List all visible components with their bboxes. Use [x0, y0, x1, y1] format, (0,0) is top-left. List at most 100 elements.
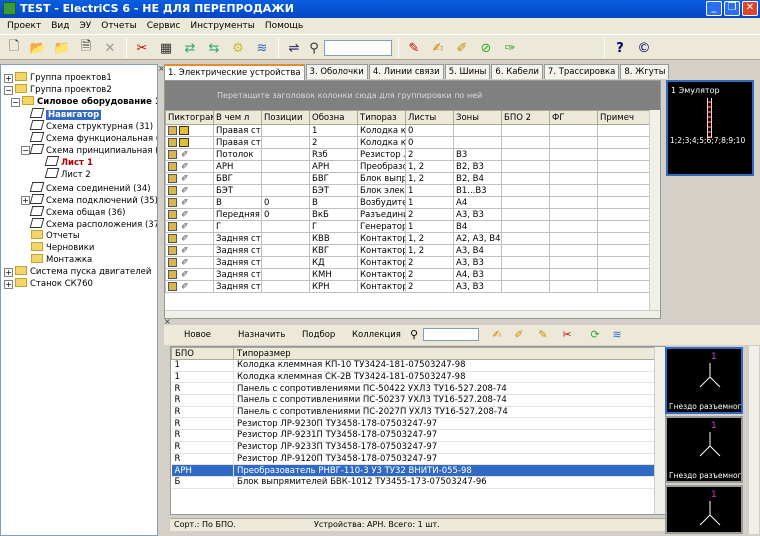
column-header[interactable]: Зоны [453, 110, 502, 125]
tree-item[interactable]: Схема подключений (35) [29, 194, 157, 206]
grid-row[interactable]: ✐БЭТБЭТБлок электр1В1...В3 [165, 184, 652, 197]
tree-item[interactable]: Схема расположения (37) [29, 218, 157, 230]
wire-icon[interactable]: ≋ [252, 38, 272, 58]
tree-item[interactable]: Группа проектов1 [15, 72, 112, 84]
catalog-search-input[interactable] [423, 328, 479, 341]
grid-row[interactable]: ✐ Передняя с0ВкБРазъедини2А3, В3 [165, 208, 652, 221]
tree-item[interactable]: Схема функциональная (32) [29, 132, 157, 144]
tree-item[interactable]: Отчеты [31, 230, 80, 242]
tree-item[interactable]: Схема структурная (31) [29, 120, 153, 132]
close-button[interactable]: ✕ [742, 1, 758, 16]
tree-item[interactable]: Монтажка [31, 254, 92, 266]
catalog-row[interactable]: R Панель с сопротивлениями ПС-50422 УХЛ3 … [171, 382, 656, 396]
grid-row[interactable]: ✐В0ВВозбудител1А4 [165, 196, 652, 209]
tab-cables[interactable]: 6. Кабели [491, 64, 543, 79]
folder-up-icon[interactable]: 📁 [52, 38, 72, 58]
connector-preview[interactable]: 1 Гнездо разъемног [665, 347, 743, 414]
preview-scrollbar[interactable] [748, 346, 759, 534]
menu-item-tools[interactable]: Инструменты [185, 21, 259, 31]
tree-item[interactable]: Группа проектов2 [15, 84, 112, 96]
delete-icon[interactable]: ✕ [100, 38, 120, 58]
column-header-bpo[interactable]: БПО [171, 347, 234, 360]
swap-icon[interactable]: ⇌ [284, 38, 304, 58]
tree-item[interactable]: Силовое оборудование 1 [22, 96, 157, 108]
tool-d-icon[interactable]: ⊘ [476, 38, 496, 58]
tool-b-icon[interactable]: ✍ [428, 38, 448, 58]
tree-item-navigator[interactable]: Навигатор [29, 108, 102, 120]
group-by-area[interactable]: Перетащите заголовок колонки сюда для гр… [165, 81, 660, 110]
column-header[interactable]: БПО 2 [501, 110, 550, 125]
tree-item[interactable]: Черновики [31, 242, 94, 254]
catalog-row[interactable]: R Резистор ЛР-9233П ТУ3458-178-07503247-9… [171, 441, 656, 454]
column-header[interactable]: Позиции [261, 110, 310, 125]
menu-item-service[interactable]: Сервис [142, 21, 186, 31]
toolbar-search-input[interactable] [324, 40, 392, 56]
column-header[interactable]: Примеч [597, 110, 652, 125]
connector-preview[interactable]: 1 Гнездо разъемног [665, 416, 743, 483]
tree-item[interactable]: Станок СК760 [15, 278, 93, 290]
grid-horizontal-scrollbar[interactable] [165, 310, 660, 318]
tree-item[interactable]: Система пуска двигателей [15, 266, 151, 278]
open-folder-icon[interactable]: 📂 [28, 38, 48, 58]
grid-row[interactable]: ✐ Потолок Rзб Резистор Л 2 В3 [165, 148, 652, 161]
catalog-row[interactable]: R Резистор ЛР-9231П ТУ3458-178-07503247-9… [171, 429, 656, 442]
catalog-row[interactable]: 1 Колодка клеммная СК-2В ТУ3424-181-07503… [171, 371, 656, 384]
grid-row[interactable]: ✐ Задняя сте КМН Контактор 2 А4, В3 [165, 268, 652, 281]
grid-row[interactable]: ✐ Задняя сте КВВ Контактор 1, 2 А2, А3, В4 [165, 232, 652, 245]
catalog-tool-a-icon[interactable]: ✍ [490, 328, 504, 342]
grid-row[interactable]: Правая сте 2Колодка кл0 [165, 136, 652, 149]
grid-row[interactable]: ✐ Задняя сте КРН Контактор 2 А3, В3 [165, 280, 652, 293]
tab-electrical-devices[interactable]: 1. Электрические устройства [164, 64, 305, 80]
connector-preview[interactable]: 1 [665, 485, 743, 534]
catalog-row[interactable]: 1 Колодка клеммная КП-10 ТУ3424-181-07503… [171, 359, 656, 372]
tab-harnesses[interactable]: 8. Жгуты [620, 64, 670, 79]
tab-enclosures[interactable]: 3. Оболочки [305, 64, 368, 79]
collection-button[interactable]: Коллекция [352, 330, 401, 340]
new-button[interactable]: Новое [184, 330, 211, 340]
tree-item-sheet-2[interactable]: Лист 2 [44, 168, 91, 180]
tab-routing[interactable]: 7. Трассировка [543, 64, 620, 79]
grid-row[interactable]: ✐ Г Г Генератор 1 В4 [165, 220, 652, 233]
menu-item-reports[interactable]: Отчеты [96, 21, 142, 31]
binoculars-icon[interactable]: ⚲ [407, 328, 421, 342]
catalog-wire-icon[interactable]: ≋ [610, 328, 624, 342]
add-icon[interactable]: 🗎 [76, 38, 96, 58]
expand-icon[interactable]: + [4, 74, 13, 83]
menu-item-eu[interactable]: ЭУ [74, 21, 96, 31]
column-header-size[interactable]: Типоразмер [233, 347, 656, 360]
grid-row[interactable]: ✐ Задняя сте КД Контактор 2 А3, В3 [165, 256, 652, 269]
column-header[interactable]: ФГ [549, 110, 598, 125]
grid-icon[interactable]: ▦ [156, 38, 176, 58]
tool-a-icon[interactable]: ✎ [404, 38, 424, 58]
catalog-row[interactable]: АРН Преобразователь РНВГ-110-3 У3 ТУ32 ВН… [171, 464, 656, 477]
about-icon[interactable]: © [634, 38, 654, 58]
expand-icon[interactable]: + [4, 280, 13, 289]
link-icon[interactable]: ⇄ [180, 38, 200, 58]
catalog-row[interactable]: R Резистор ЛР-9230П ТУ3458-178-07503247-9… [171, 417, 656, 431]
assign-button[interactable]: Назначить [238, 330, 285, 340]
catalog-row[interactable]: R Панель с сопротивлениями ПС-50237 УХЛ3 … [171, 394, 656, 407]
tool-e-icon[interactable]: ✑ [500, 38, 520, 58]
grid-row[interactable]: ✐ АРН АРН Преобразо 1, 2 В2, В3 [165, 160, 652, 173]
column-header[interactable]: Типораз [357, 110, 406, 125]
help-icon[interactable]: ? [610, 38, 630, 58]
column-header[interactable]: Листы [405, 110, 454, 125]
collapse-icon[interactable]: − [4, 86, 13, 95]
grid-row[interactable]: ✐ Задняя сте КВГ Контактор 1, 2 А3, В4 [165, 244, 652, 257]
minimize-button[interactable]: _ [706, 1, 722, 16]
select-button[interactable]: Подбор [302, 330, 335, 340]
tree-item[interactable]: Схема общая (36) [29, 206, 125, 218]
column-header[interactable]: Пиктограмма [165, 110, 214, 125]
component-icon[interactable]: ⚙ [228, 38, 248, 58]
catalog-row[interactable]: R Панель с сопротивлениями ПС-2027П УХЛ3 … [171, 406, 656, 419]
menu-item-help[interactable]: Помощь [260, 21, 308, 31]
catalog-vertical-scrollbar[interactable] [654, 347, 665, 514]
tree-item[interactable]: Схема принципиальная (33) [29, 144, 157, 156]
grid-row[interactable]: ✐БВГБВГБлок выпря1, 2В2, В4 [165, 172, 652, 185]
catalog-row[interactable]: R Резистор ЛР-9120П ТУ3458-178-07503247-9… [171, 453, 656, 466]
column-header[interactable]: В чем л [213, 110, 262, 125]
emulator-preview[interactable]: 1 Эмулятор 1;2;3;4;5;6;7;8;9;10 [666, 80, 754, 176]
grid-row[interactable]: Правая сте 1Колодка кл0 [165, 124, 652, 137]
catalog-tool-b-icon[interactable]: ✐ [512, 328, 526, 342]
refresh-icon[interactable]: ⟳ [588, 328, 602, 342]
